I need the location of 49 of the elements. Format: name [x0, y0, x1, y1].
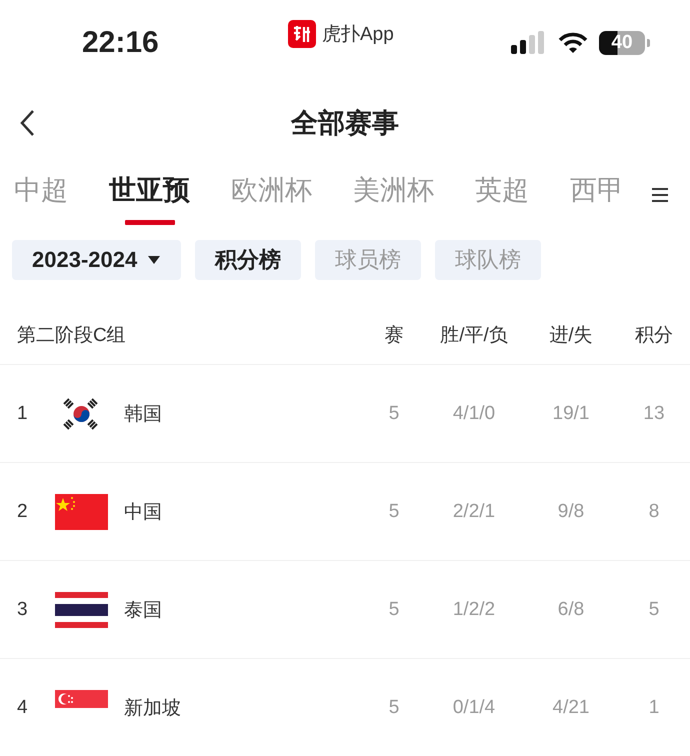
team-name: 中国: [124, 502, 162, 522]
league-tab[interactable]: 世亚预: [109, 172, 190, 225]
table-cell: 9/8: [558, 500, 584, 522]
rank-cell: 2: [17, 500, 28, 522]
flag-icon: [55, 690, 108, 708]
season-dropdown[interactable]: 2023-2024: [12, 240, 182, 280]
ranking-tab[interactable]: 球员榜: [315, 240, 422, 280]
table-cell: 0/1/4: [452, 696, 496, 718]
team-name: 韩国: [124, 404, 162, 424]
table-cell: 13: [643, 402, 665, 424]
table-cell: 5: [388, 500, 400, 522]
ranking-tab[interactable]: 球队榜: [435, 240, 542, 280]
column-header: 积分: [635, 325, 673, 346]
league-tab[interactable]: 西甲: [570, 172, 624, 208]
app-logo-icon: [288, 20, 316, 48]
table-cell: 5: [388, 696, 400, 718]
table-cell: 8: [648, 500, 660, 522]
table-cell: 2/2/1: [452, 500, 496, 522]
ranking-tab[interactable]: 积分榜: [195, 240, 302, 280]
rank-cell: 3: [17, 598, 28, 620]
column-header: 赛: [384, 325, 404, 346]
signal-icon: [511, 31, 547, 55]
caret-icon: [147, 255, 162, 265]
wifi-icon: [557, 31, 589, 55]
table-cell: 1: [648, 696, 660, 718]
column-header: 进/失: [549, 325, 593, 346]
rank-cell: 4: [17, 696, 28, 718]
table-cell: 4/1/0: [452, 402, 496, 424]
page-title: 全部赛事: [291, 107, 399, 140]
status-time: 22:16: [82, 26, 160, 60]
table-cell: 19/1: [552, 402, 590, 424]
flag-icon: [55, 592, 108, 628]
team-name: 新加坡: [124, 698, 181, 718]
flag-icon: [55, 494, 108, 530]
team-name: 泰国: [124, 600, 162, 620]
column-header: 胜/平/负: [440, 325, 508, 346]
league-tab[interactable]: 中超: [14, 172, 68, 208]
table-cell: 6/8: [558, 598, 584, 620]
rank-cell: 1: [17, 402, 28, 424]
table-cell: 4/21: [552, 696, 590, 718]
league-tab[interactable]: 欧洲杯: [231, 172, 312, 208]
table-cell: 5: [388, 402, 400, 424]
table-cell: 5: [388, 598, 400, 620]
table-cell: 1/2/2: [452, 598, 496, 620]
league-tab[interactable]: 美洲杯: [353, 172, 434, 208]
table-cell: 5: [648, 598, 660, 620]
app-name: 虎扑App: [322, 23, 394, 47]
league-tab[interactable]: 英超: [475, 172, 529, 208]
group-title: 第二阶段C组: [17, 325, 126, 346]
